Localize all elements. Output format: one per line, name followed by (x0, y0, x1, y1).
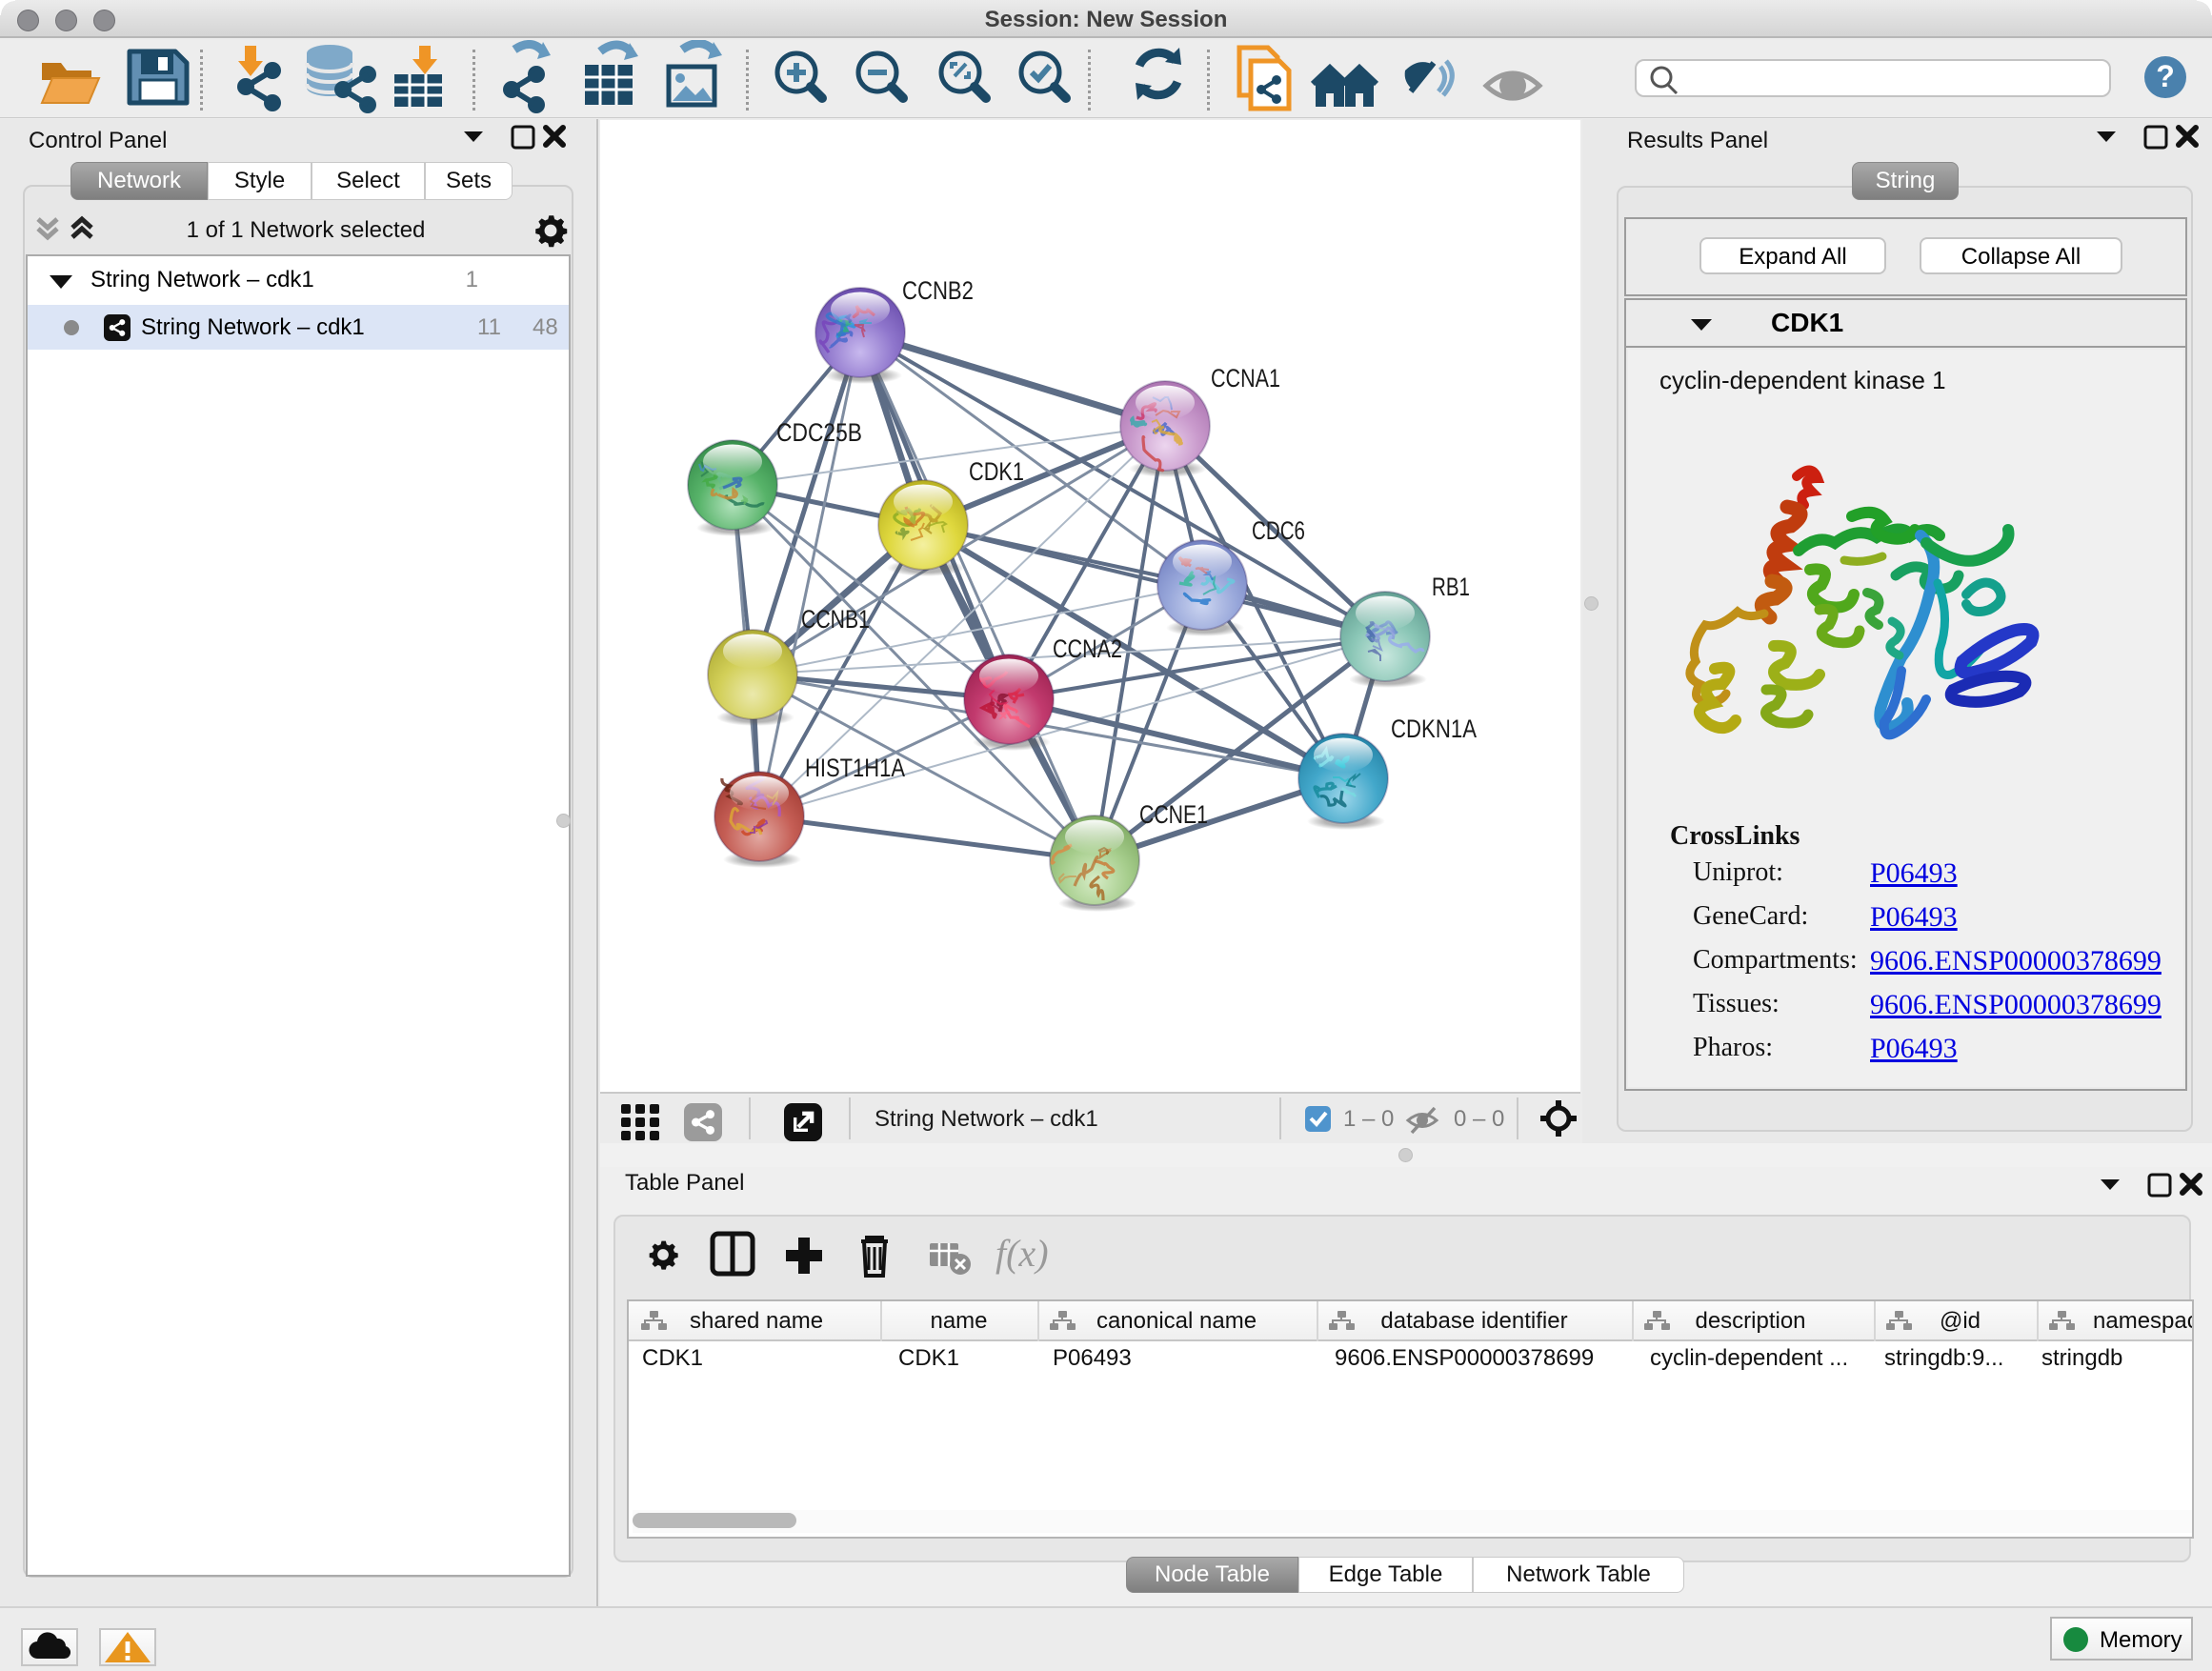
svg-text:CDK1: CDK1 (969, 457, 1024, 486)
svg-text:f(x): f(x) (995, 1232, 1049, 1275)
svg-text:CDC6: CDC6 (1252, 516, 1305, 545)
svg-text:HIST1H1A: HIST1H1A (805, 754, 905, 782)
svg-text:CDKN1A: CDKN1A (1391, 715, 1477, 743)
svg-text:?: ? (2156, 59, 2175, 93)
svg-text:CCNA2: CCNA2 (1053, 634, 1122, 663)
svg-text:RB1: RB1 (1432, 573, 1470, 601)
svg-text:CCNA1: CCNA1 (1211, 364, 1280, 393)
svg-text:CCNB2: CCNB2 (902, 276, 974, 305)
svg-text:CCNB1: CCNB1 (801, 605, 870, 634)
svg-text:CDC25B: CDC25B (776, 418, 862, 447)
svg-text:CCNE1: CCNE1 (1139, 800, 1208, 829)
